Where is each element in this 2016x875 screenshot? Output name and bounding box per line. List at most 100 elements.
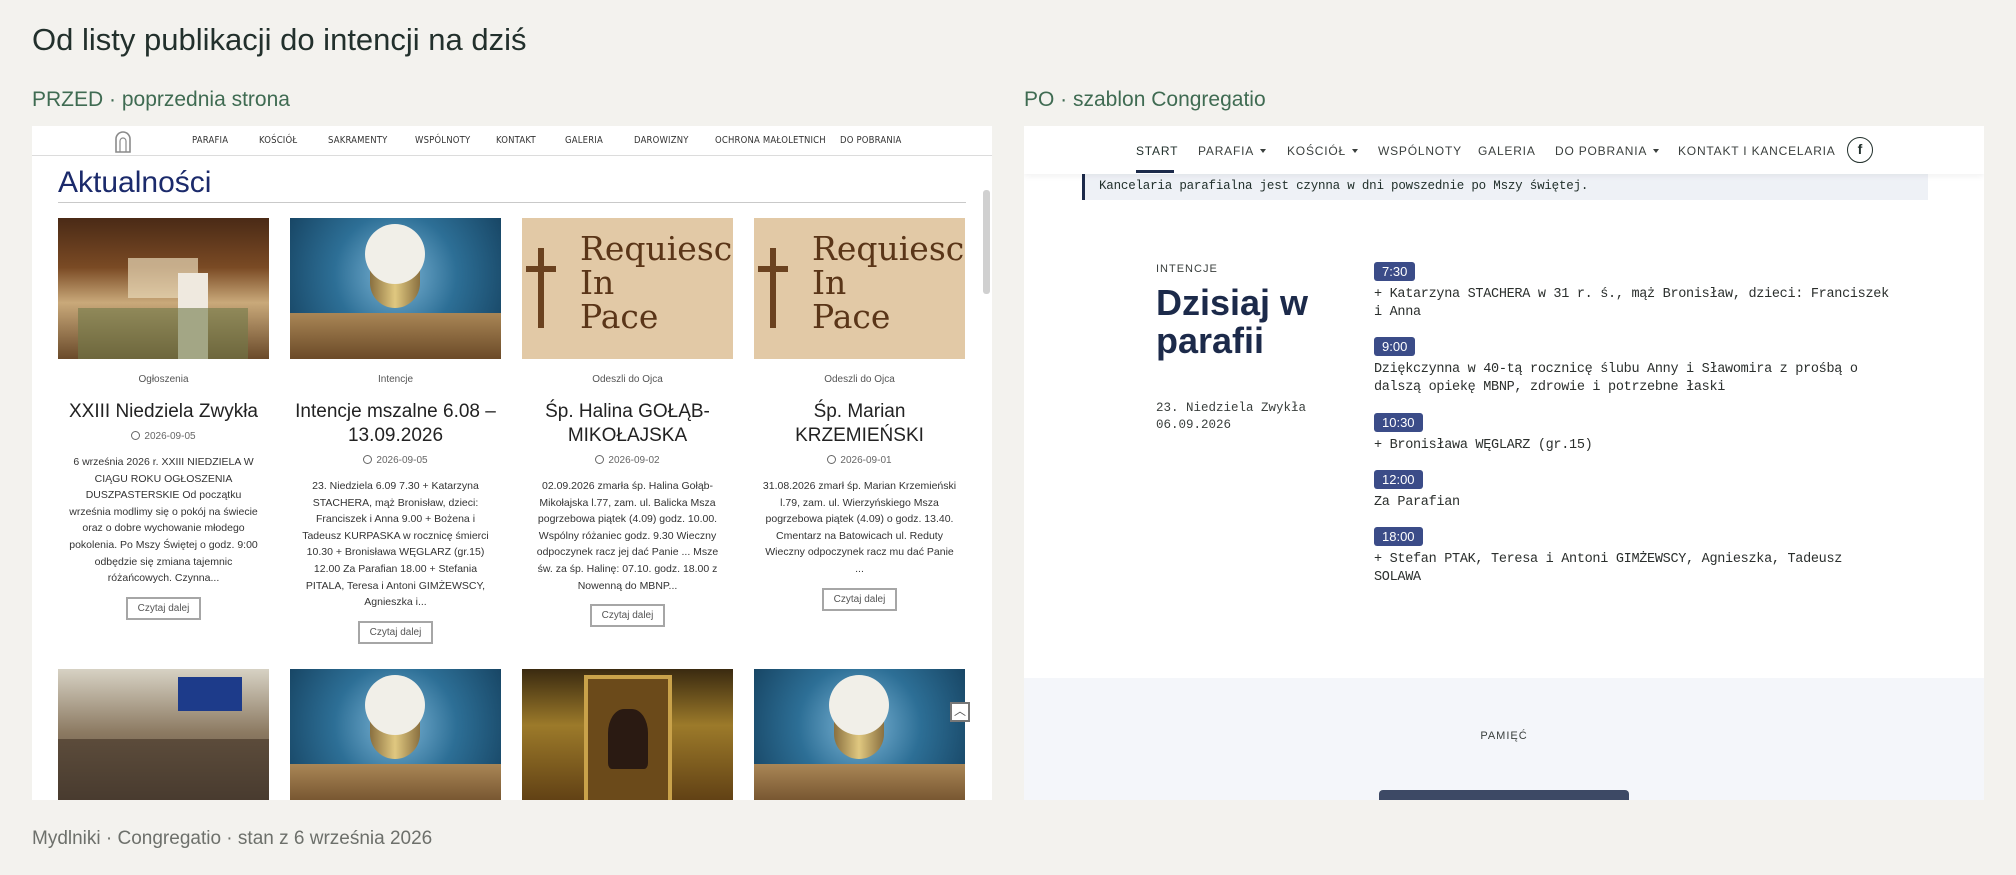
mass-intention: Dziękczynna w 40-tą rocznicę ślubu Anny … [1374,362,1858,395]
nav-start[interactable]: START [1136,144,1178,158]
rip-line: Requiescat [812,229,965,268]
new-navbar: START PARAFIA KOŚCIÓŁ WSPÓLNOTY GALERIA … [1024,126,1984,174]
nav-do-pobrania[interactable]: DO POBRANIA [1555,144,1660,158]
chevron-down-icon [1653,149,1660,153]
card-date: 2026-09-05 [376,455,428,466]
scrollbar-thumb[interactable] [983,190,990,294]
rip-line: In [812,263,847,302]
card-category[interactable]: Intencje [290,374,501,385]
card-date: 2026-09-05 [144,431,196,442]
facebook-icon[interactable]: f [1847,137,1873,163]
card-excerpt: 31.08.2026 zmarł śp. Marian Krzemieński … [762,480,957,575]
mass-intention: + Katarzyna STACHERA w 31 r. ś., mąż Bro… [1374,287,1889,320]
news-heading: Aktualności [58,166,212,199]
mass-item: 12:00 Za Parafian [1374,470,1894,512]
old-nav-ochrona[interactable]: OCHRONA MAŁOLETNICH [715,135,826,146]
mass-item: 7:30 + Katarzyna STACHERA w 31 r. ś., mą… [1374,262,1894,322]
congregation-photo[interactable] [58,669,269,800]
icon-painting[interactable] [522,669,733,800]
old-nav-kontakt[interactable]: KONTAKT [496,135,536,146]
mass-time-badge: 12:00 [1374,470,1423,489]
mass-time-badge: 7:30 [1374,262,1416,281]
old-nav-darowizny[interactable]: DAROWIZNY [634,135,689,146]
chalice-photo[interactable] [754,669,965,800]
old-nav-do-pobrania[interactable]: DO POBRANIA [840,135,902,146]
nav-kontakt[interactable]: KONTAKT I KANCELARIA [1678,144,1836,158]
church-logo-icon[interactable] [114,129,132,153]
mass-intention: + Bronisława WĘGLARZ (gr.15) [1374,438,1593,453]
card-category[interactable]: Odeszli do Ojca [522,374,733,385]
rip-line: In [580,263,615,302]
nav-label: DO POBRANIA [1555,144,1648,158]
mass-time-badge: 18:00 [1374,527,1423,546]
read-more-button[interactable]: Czytaj dalej [589,604,666,628]
old-navbar: PARAFIA KOŚCIÓŁ SAKRAMENTY WSPÓLNOTY KON… [32,126,992,156]
cross-icon [538,248,544,328]
card-category[interactable]: Ogłoszenia [58,374,269,385]
old-nav-sakramenty[interactable]: SAKRAMENTY [328,135,387,146]
nav-galeria[interactable]: GALERIA [1478,144,1536,158]
read-more-button[interactable]: Czytaj dalej [821,587,898,611]
nav-kosciol[interactable]: KOŚCIÓŁ [1287,144,1358,158]
card-excerpt: 02.09.2026 zmarła śp. Halina Gołąb-Mikoł… [536,480,719,592]
news-card: Requiescat In Pace Odeszli do Ojca Śp. H… [522,218,733,628]
intentions-date: 06.09.2026 [1156,418,1232,432]
cross-icon [770,248,776,328]
chevron-down-icon [1351,149,1358,153]
nav-label: KOŚCIÓŁ [1287,144,1346,158]
memory-label: PAMIĘĆ [1480,730,1528,742]
intentions-title: Dzisiaj w parafii [1156,282,1309,361]
nav-label: PARAFIA [1198,144,1255,158]
after-screenshot: START PARAFIA KOŚCIÓŁ WSPÓLNOTY GALERIA … [1024,126,1984,800]
active-nav-indicator [1136,170,1174,173]
rip-line: Pace [580,297,659,336]
memory-heading-cropped [1379,790,1629,800]
before-screenshot: PARAFIA KOŚCIÓŁ SAKRAMENTY WSPÓLNOTY KON… [32,126,992,800]
card-title[interactable]: Śp. Halina GOŁĄB-MIKOŁAJSKA [522,400,733,448]
old-nav-kosciol[interactable]: KOŚCIÓŁ [259,135,297,146]
card-title[interactable]: Intencje mszalne 6.08 – 13.09.2026 [290,400,501,448]
mass-item: 18:00 + Stefan PTAK, Teresa i Antoni GIM… [1374,527,1894,587]
news-card: Ogłoszenia XXIII Niedziela Zwykła 2026-0… [58,218,269,620]
clock-icon [595,455,605,464]
requiescat-graphic[interactable]: Requiescat In Pace [522,218,733,359]
clock-icon [131,431,141,440]
nav-wspolnoty[interactable]: WSPÓLNOTY [1378,144,1462,158]
mass-time-badge: 10:30 [1374,413,1423,432]
mass-intention: Za Parafian [1374,495,1460,510]
mass-item: 10:30 + Bronisława WĘGLARZ (gr.15) [1374,413,1894,455]
intentions-label: INTENCJE [1156,263,1218,275]
rip-line: Requiescat [580,229,733,268]
page-title: Od listy publikacji do intencji na dziś [32,22,527,57]
page-footer: Mydlniki · Congregatio · stan z 6 wrześn… [32,828,433,849]
nav-parafia[interactable]: PARAFIA [1198,144,1267,158]
card-date: 2026-09-01 [840,455,892,466]
card-date: 2026-09-02 [608,455,660,466]
old-nav-parafia[interactable]: PARAFIA [192,135,228,146]
read-more-button[interactable]: Czytaj dalej [357,620,434,644]
old-nav-wspolnoty[interactable]: WSPÓLNOTY [415,135,470,146]
chalice-photo[interactable] [290,218,501,359]
card-category[interactable]: Odeszli do Ojca [754,374,965,385]
chevron-up-icon[interactable]: ︿ [950,702,970,722]
chalice-photo[interactable] [290,669,501,800]
mass-intention: + Stefan PTAK, Teresa i Antoni GIMŻEWSCY… [1374,552,1843,585]
chevron-down-icon [1260,149,1267,153]
clock-icon [827,455,837,464]
heading-divider [58,202,966,203]
altar-photo[interactable] [58,218,269,359]
card-title[interactable]: Śp. Marian KRZEMIEŃSKI [754,400,965,448]
clock-icon [363,455,373,464]
news-card: Requiescat In Pace Odeszli do Ojca Śp. M… [754,218,965,611]
card-excerpt: 23. Niedziela 6.09 7.30 + Katarzyna STAC… [302,480,489,609]
read-more-button[interactable]: Czytaj dalej [125,596,202,620]
rip-line: Pace [812,297,891,336]
requiescat-graphic[interactable]: Requiescat In Pace [754,218,965,359]
card-title[interactable]: XXIII Niedziela Zwykła [58,400,269,424]
card-excerpt: 6 września 2026 r. XXIII NIEDZIELA W CIĄ… [69,456,258,585]
memory-section: PAMIĘĆ [1024,678,1984,800]
before-label: PRZED · poprzednia strona [32,88,290,111]
old-nav-galeria[interactable]: GALERIA [565,135,603,146]
news-card: Intencje Intencje mszalne 6.08 – 13.09.2… [290,218,501,644]
mass-item: 9:00 Dziękczynna w 40-tą rocznicę ślubu … [1374,337,1894,397]
